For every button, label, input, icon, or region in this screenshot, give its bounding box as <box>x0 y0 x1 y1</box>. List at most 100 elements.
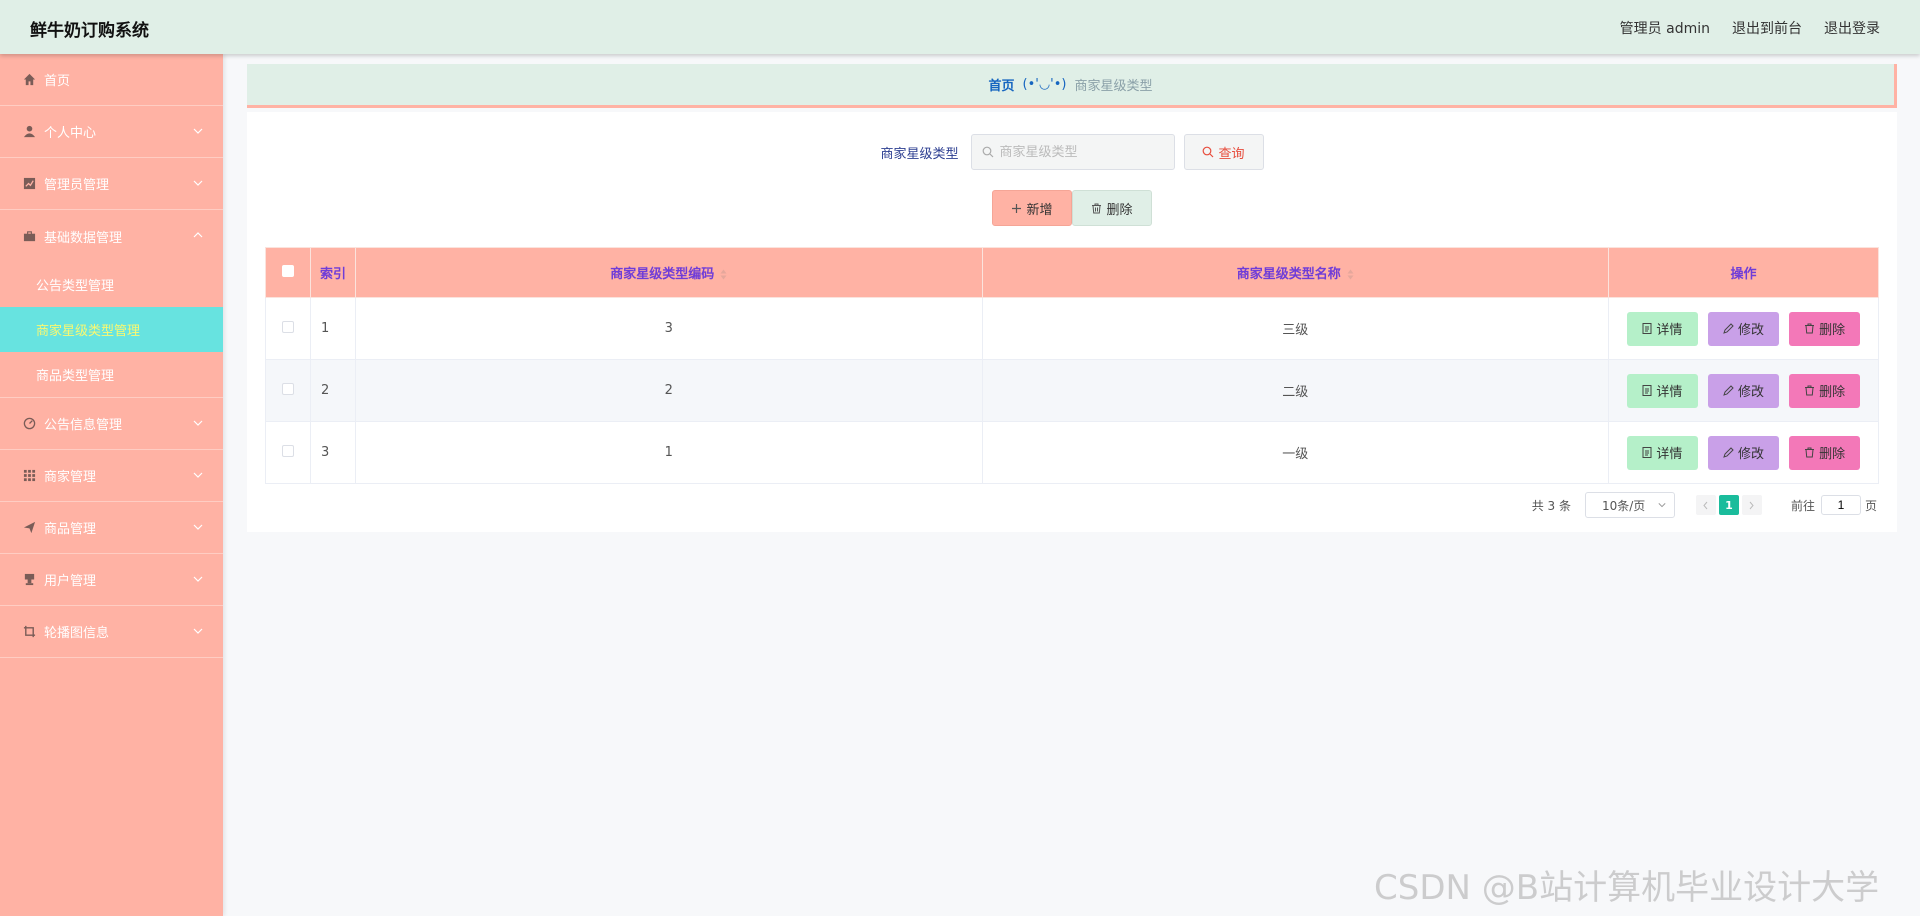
basic-data-submenu: 公告类型管理 商家星级类型管理 商品类型管理 <box>0 262 223 398</box>
delete-button[interactable]: 删除 <box>1789 373 1861 408</box>
detail-button[interactable]: 详情 <box>1626 311 1698 346</box>
row-select-cell <box>265 359 311 422</box>
data-table: 索引 商家星级类型编码 商家星级类型名称 操作 1 3 三级 详情 修改 删除 <box>265 247 1879 484</box>
chevron-down-icon <box>1658 503 1666 508</box>
chevron-up-icon <box>193 232 203 238</box>
search-label: 商家星级类型 <box>880 146 959 162</box>
sidebar-item-label: 个人中心 <box>44 126 97 141</box>
row-select-cell <box>265 297 311 360</box>
row-index: 3 <box>309 421 356 484</box>
breadcrumb-home[interactable]: 首页 <box>988 75 1014 94</box>
header-actions: 管理员 admin 退出到前台 退出登录 <box>1620 18 1880 38</box>
sidebar-item-user-management[interactable]: 用户管理 <box>0 554 223 606</box>
table-row: 3 1 一级 详情 修改 删除 <box>265 421 1879 484</box>
edit-button-label: 修改 <box>1738 323 1765 338</box>
delete-button[interactable]: 删除 <box>1789 435 1861 470</box>
watermark-text: CSDN @B站计算机毕业设计大学 <box>1374 868 1880 908</box>
current-user-label: 管理员 admin <box>1619 21 1710 37</box>
add-button-label: 新增 <box>1026 202 1053 218</box>
select-all-checkbox[interactable] <box>281 264 294 277</box>
page-size-select[interactable]: 10条/页 <box>1584 492 1675 518</box>
sidebar-item-label: 商品类型管理 <box>36 369 115 384</box>
detail-button[interactable]: 详情 <box>1626 373 1698 408</box>
sidebar-item-notice-type[interactable]: 公告类型管理 <box>0 262 223 307</box>
sidebar-item-label: 轮播图信息 <box>44 626 110 641</box>
document-icon <box>1642 323 1652 334</box>
delete-button-label: 删除 <box>1819 323 1846 338</box>
breadcrumb-separator: (•'◡'•) <box>1022 77 1067 92</box>
row-checkbox[interactable] <box>281 382 294 395</box>
top-header: 鲜牛奶订购系统 管理员 admin 退出到前台 退出登录 <box>0 0 1920 54</box>
row-name: 二级 <box>981 359 1610 422</box>
row-index: 1 <box>309 297 356 360</box>
breadcrumb: 首页 (•'◡'•) 商家星级类型 <box>247 64 1897 108</box>
sidebar-item-merchant-management[interactable]: 商家管理 <box>0 450 223 502</box>
edit-button[interactable]: 修改 <box>1708 435 1780 470</box>
sidebar-item-goods-type[interactable]: 商品类型管理 <box>0 352 223 397</box>
row-code: 3 <box>354 297 983 360</box>
column-header-label: 商家星级类型名称 <box>1236 267 1341 282</box>
column-header-name[interactable]: 商家星级类型名称 <box>981 247 1610 298</box>
sidebar-item-admin-management[interactable]: 管理员管理 <box>0 158 223 210</box>
row-operations: 详情 修改 删除 <box>1608 421 1879 484</box>
exit-to-front-link[interactable]: 退出到前台 <box>1732 18 1802 38</box>
page-number-current[interactable]: 1 <box>1718 495 1739 515</box>
add-button[interactable]: 新增 <box>992 190 1072 226</box>
row-code: 2 <box>354 359 983 422</box>
edit-button-label: 修改 <box>1738 447 1765 462</box>
crop-icon <box>22 625 36 639</box>
pencil-icon <box>1723 447 1734 458</box>
batch-delete-label: 删除 <box>1106 202 1133 218</box>
sidebar-item-basic-data[interactable]: 基础数据管理 <box>0 210 223 262</box>
trash-icon <box>1805 447 1815 458</box>
detail-button-label: 详情 <box>1656 323 1683 338</box>
content-panel: 商家星级类型 查询 新增 删除 索引 商家星级类型编码 商家星级类型名称 操作 <box>247 112 1897 532</box>
edit-button[interactable]: 修改 <box>1708 311 1780 346</box>
sidebar-item-carousel[interactable]: 轮播图信息 <box>0 606 223 658</box>
row-name: 一级 <box>981 421 1610 484</box>
grid-icon <box>22 469 36 483</box>
edit-button-label: 修改 <box>1738 385 1765 400</box>
search-input[interactable] <box>999 144 1170 160</box>
prev-page-button[interactable] <box>1695 495 1716 515</box>
chevron-down-icon <box>193 628 203 634</box>
sidebar-item-notice-info[interactable]: 公告信息管理 <box>0 398 223 450</box>
row-checkbox[interactable] <box>281 444 294 457</box>
gauge-icon <box>22 417 36 431</box>
chevron-down-icon <box>193 576 203 582</box>
plus-icon <box>1012 203 1022 213</box>
app-title: 鲜牛奶订购系统 <box>30 21 149 41</box>
user-icon <box>22 125 36 139</box>
query-button[interactable]: 查询 <box>1183 134 1264 170</box>
logout-link[interactable]: 退出登录 <box>1824 18 1880 38</box>
goto-page-input[interactable] <box>1820 495 1861 515</box>
edit-button[interactable]: 修改 <box>1708 373 1780 408</box>
column-header-operations: 操作 <box>1608 247 1879 298</box>
sidebar-item-personal-center[interactable]: 个人中心 <box>0 106 223 158</box>
action-bar: 新增 删除 <box>247 190 1897 226</box>
row-operations: 详情 修改 删除 <box>1608 297 1879 360</box>
column-header-code[interactable]: 商家星级类型编码 <box>354 247 983 298</box>
trash-icon <box>1805 323 1815 334</box>
page-unit-label: 页 <box>1864 498 1877 513</box>
row-checkbox[interactable] <box>281 320 294 333</box>
pencil-icon <box>1723 385 1734 396</box>
chevron-down-icon <box>193 524 203 530</box>
sidebar-item-label: 商品管理 <box>44 522 97 537</box>
sidebar-item-merchant-star-type[interactable]: 商家星级类型管理 <box>0 307 223 352</box>
delete-button[interactable]: 删除 <box>1789 311 1861 346</box>
chart-icon <box>22 177 36 191</box>
chevron-down-icon <box>193 420 203 426</box>
batch-delete-button[interactable]: 删除 <box>1072 190 1152 226</box>
search-input-wrapper <box>970 134 1175 170</box>
sidebar-item-label: 公告类型管理 <box>36 279 115 294</box>
document-icon <box>1642 385 1652 396</box>
sidebar-item-home[interactable]: 首页 <box>0 54 223 106</box>
sidebar-item-label: 管理员管理 <box>44 178 110 193</box>
sidebar-item-label: 首页 <box>44 74 71 89</box>
chevron-left-icon <box>1703 501 1708 509</box>
sidebar-item-goods-management[interactable]: 商品管理 <box>0 502 223 554</box>
row-name: 三级 <box>981 297 1610 360</box>
detail-button[interactable]: 详情 <box>1626 435 1698 470</box>
next-page-button[interactable] <box>1741 495 1762 515</box>
